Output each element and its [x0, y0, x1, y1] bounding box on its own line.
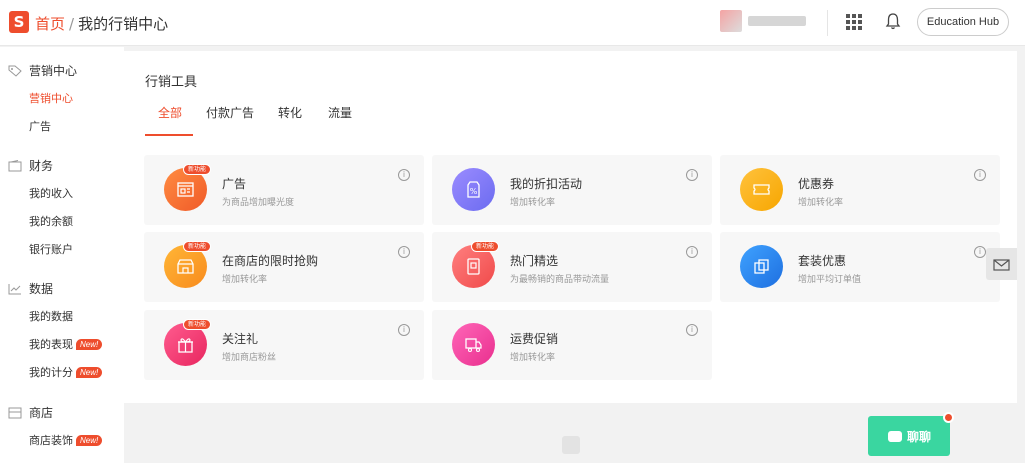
tool-card-discount[interactable]: % 我的折扣活动 增加转化率 i	[432, 155, 712, 225]
card-title: 我的折扣活动	[510, 177, 583, 191]
sidebar-section-title[interactable]: 营销中心	[0, 57, 124, 85]
mail-icon	[993, 259, 1010, 271]
breadcrumb: 首页 / 我的行销中心	[35, 13, 168, 34]
tool-card-bundle[interactable]: 套装优惠 增加平均订单值 i	[720, 232, 1000, 302]
info-icon[interactable]: i	[686, 169, 698, 181]
shop-icon	[8, 407, 22, 419]
card-description: 为商品增加曝光度	[222, 198, 295, 208]
tag-icon	[8, 65, 22, 77]
new-feature-badge: 新功能	[471, 241, 500, 252]
sidebar-item-income[interactable]: 我的收入	[0, 180, 124, 208]
card-title: 热门精选	[510, 254, 559, 268]
sidebar-item-my-data[interactable]: 我的数据	[0, 303, 124, 331]
shipping-icon	[452, 323, 495, 366]
card-title: 关注礼	[222, 332, 259, 346]
sidebar-section-data: 数据 我的数据 我的表现 New! 我的计分 New!	[0, 275, 124, 387]
card-title: 运费促销	[510, 332, 559, 346]
sidebar-item-balance[interactable]: 我的余额	[0, 208, 124, 236]
empty-state-icon	[562, 436, 580, 454]
tool-card-ads[interactable]: 新功能 广告 为商品增加曝光度 i	[144, 155, 424, 225]
sidebar-item-bank-account[interactable]: 银行账户	[0, 236, 124, 264]
breadcrumb-current: 我的行销中心	[78, 15, 169, 33]
info-icon[interactable]: i	[974, 169, 986, 181]
chat-label: 聊聊	[907, 430, 932, 444]
card-description: 增加转化率	[798, 198, 844, 208]
tool-card-top-picks[interactable]: 新功能 热门精选 为最畅销的商品带动流量 i	[432, 232, 712, 302]
chat-button[interactable]: 聊聊	[868, 416, 950, 456]
chat-icon	[888, 431, 902, 442]
user-name-blurred[interactable]	[748, 16, 806, 26]
chart-icon	[8, 284, 21, 295]
user-avatar[interactable]	[720, 10, 742, 32]
card-description: 增加商店粉丝	[222, 353, 277, 363]
sidebar-section-shop: 商店 商店装饰 New!	[0, 399, 124, 455]
info-icon[interactable]: i	[398, 246, 410, 258]
floating-mail-button[interactable]	[986, 248, 1017, 280]
top-header: S 首页 / 我的行销中心 Education Hub	[0, 0, 1025, 46]
sidebar-section-title[interactable]: 数据	[0, 275, 124, 303]
card-title: 优惠券	[798, 177, 835, 191]
breadcrumb-separator: /	[69, 15, 75, 33]
tool-card-shipping[interactable]: 运费促销 增加转化率 i	[432, 310, 712, 380]
svg-text:%: %	[470, 187, 478, 196]
apps-grid-icon[interactable]	[846, 14, 862, 30]
header-divider	[827, 10, 828, 36]
tool-card-voucher[interactable]: 优惠券 增加转化率 i	[720, 155, 1000, 225]
card-title: 在商店的限时抢购	[222, 254, 319, 268]
card-description: 为最畅销的商品带动流量	[510, 275, 610, 285]
page-title: 行销工具	[145, 75, 198, 90]
bell-icon[interactable]	[884, 12, 902, 32]
card-description: 增加平均订单值	[798, 275, 862, 285]
info-icon[interactable]: i	[686, 324, 698, 336]
chat-notification-dot	[943, 412, 954, 423]
bundle-icon	[740, 245, 783, 288]
card-title: 广告	[222, 177, 247, 191]
breadcrumb-home[interactable]: 首页	[35, 15, 65, 33]
tab-conversion[interactable]: 转化	[278, 105, 302, 135]
tool-card-follow-prize[interactable]: 新功能 关注礼 增加商店粉丝 i	[144, 310, 424, 380]
new-badge: New!	[76, 367, 103, 378]
marketing-tools-panel: 行销工具 全部 付款广告 转化 流量 新功能 广告 为商品增加曝光度 i % 我…	[124, 51, 1017, 403]
new-feature-badge: 新功能	[183, 319, 212, 330]
card-description: 增加转化率	[510, 198, 556, 208]
new-feature-badge: 新功能	[183, 241, 212, 252]
sidebar-item-shop-decoration[interactable]: 商店装饰 New!	[0, 427, 124, 455]
card-description: 增加转化率	[222, 275, 268, 285]
sidebar-section-finance: 财务 我的收入 我的余额 银行账户	[0, 152, 124, 264]
sidebar-item-score[interactable]: 我的计分 New!	[0, 359, 124, 387]
card-description: 增加转化率	[510, 353, 556, 363]
info-icon[interactable]: i	[398, 324, 410, 336]
education-hub-button[interactable]: Education Hub	[917, 8, 1009, 36]
new-feature-badge: 新功能	[183, 164, 212, 175]
tab-traffic[interactable]: 流量	[328, 105, 352, 135]
tab-paid-ads[interactable]: 付款广告	[206, 105, 254, 135]
info-icon[interactable]: i	[974, 246, 986, 258]
new-badge: New!	[76, 339, 103, 350]
sidebar-section-title[interactable]: 财务	[0, 152, 124, 180]
sidebar-item-performance[interactable]: 我的表现 New!	[0, 331, 124, 359]
shopee-logo[interactable]: S	[9, 11, 29, 33]
active-tab-indicator	[145, 134, 193, 136]
info-icon[interactable]: i	[686, 246, 698, 258]
wallet-icon	[8, 160, 22, 172]
new-badge: New!	[76, 435, 103, 446]
tool-card-flash-sale[interactable]: 新功能 在商店的限时抢购 增加转化率 i	[144, 232, 424, 302]
sidebar: 营销中心 营销中心 广告 财务 我的收入 我的余额 银行账户 数据 我的数据 我…	[0, 47, 124, 463]
sidebar-section-marketing: 营销中心 营销中心 广告	[0, 57, 124, 141]
card-title: 套装优惠	[798, 254, 847, 268]
sidebar-item-ads[interactable]: 广告	[0, 113, 124, 141]
sidebar-item-marketing-centre[interactable]: 营销中心	[0, 85, 124, 113]
tab-all[interactable]: 全部	[158, 105, 182, 135]
sidebar-section-title[interactable]: 商店	[0, 399, 124, 427]
voucher-icon	[740, 168, 783, 211]
discount-icon: %	[452, 168, 495, 211]
info-icon[interactable]: i	[398, 169, 410, 181]
